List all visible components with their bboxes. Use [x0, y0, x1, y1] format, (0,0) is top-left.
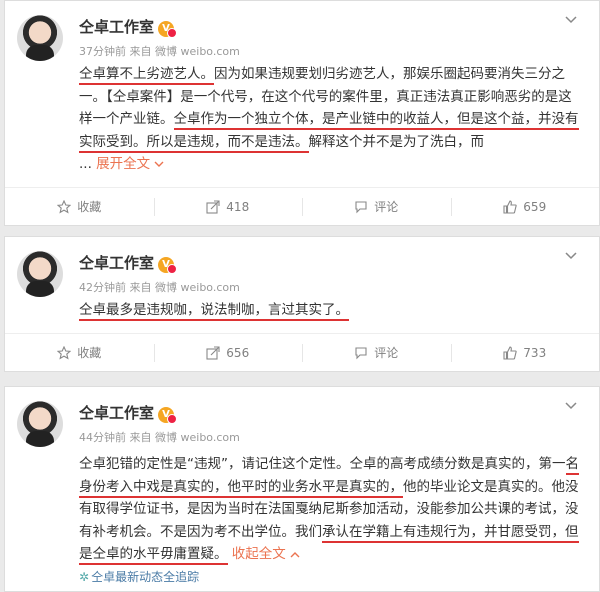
- follow-topic-link[interactable]: ✲ 仝卓最新动态全追踪: [79, 568, 199, 585]
- post-body: 仝卓犯错的定性是“违规”，请记住这个定性。仝卓的高考成绩分数是真实的，第一名身份…: [79, 456, 579, 565]
- like-button[interactable]: 733: [450, 334, 600, 371]
- post-meta: 44分钟前 来自 微博 weibo.com: [79, 431, 240, 444]
- thumbs-up-icon: [503, 199, 517, 214]
- action-bar: 收藏 418 评论 659: [5, 187, 599, 225]
- vip-badge-icon: V: [158, 407, 178, 424]
- post-header: 仝卓工作室 V 42分钟前 来自 微博 weibo.com: [5, 237, 599, 299]
- like-button[interactable]: 659: [450, 188, 600, 225]
- star-icon: [57, 199, 72, 214]
- post-text: 仝卓最多是违规咖，说法制咖，言过其实了。: [79, 299, 585, 322]
- sparkle-icon: ✲: [79, 570, 90, 584]
- weibo-post-3: 仝卓工作室 V 44分钟前 来自 微博 weibo.com 仝卓犯错的定性是“违规…: [4, 386, 600, 592]
- post-source[interactable]: 微博 weibo.com: [155, 281, 240, 294]
- weibo-post-2: 仝卓工作室 V 42分钟前 来自 微博 weibo.com 仝卓最多是违规咖，说法…: [4, 236, 600, 372]
- share-icon: [206, 345, 220, 360]
- author-name[interactable]: 仝卓工作室 V: [79, 16, 178, 38]
- post-text: 仝卓算不上劣迹艺人。因为如果违规要划归劣迹艺人，那娱乐圈起码要消失三分之一。【仝…: [79, 66, 579, 172]
- comment-button[interactable]: 评论: [302, 188, 451, 225]
- post-body: 仝卓算不上劣迹艺人。因为如果违规要划归劣迹艺人，那娱乐圈起码要消失三分之一。【仝…: [79, 66, 579, 153]
- collapse-button[interactable]: 收起全文: [232, 546, 300, 562]
- comment-icon: [355, 346, 367, 359]
- comment-button[interactable]: 评论: [302, 334, 451, 371]
- post-time[interactable]: 37分钟前: [79, 45, 126, 58]
- post-body: 仝卓最多是违规咖，说法制咖，言过其实了。: [79, 302, 349, 321]
- favorite-button[interactable]: 收藏: [5, 334, 154, 371]
- repost-button[interactable]: 656: [153, 334, 303, 371]
- post-meta: 37分钟前 来自 微博 weibo.com: [79, 45, 240, 58]
- author-name[interactable]: 仝卓工作室 V: [79, 252, 178, 274]
- chevron-down-icon[interactable]: [565, 249, 577, 263]
- post-time[interactable]: 44分钟前: [79, 431, 126, 444]
- post-header: 仝卓工作室 V 44分钟前 来自 微博 weibo.com: [5, 387, 599, 449]
- weibo-post-1: 仝卓工作室 V 37分钟前 来自 微博 weibo.com 仝卓算不上劣迹艺人。因…: [4, 0, 600, 226]
- share-icon: [206, 199, 220, 214]
- chevron-up-icon: [290, 552, 300, 558]
- comment-icon: [355, 200, 367, 213]
- expand-button[interactable]: 展开全文: [96, 156, 164, 172]
- chevron-down-icon[interactable]: [565, 13, 577, 27]
- favorite-button[interactable]: 收藏: [5, 188, 154, 225]
- post-source[interactable]: 微博 weibo.com: [155, 431, 240, 444]
- star-icon: [57, 345, 72, 360]
- chevron-down-icon: [154, 161, 164, 167]
- post-source[interactable]: 微博 weibo.com: [155, 45, 240, 58]
- vip-badge-icon: V: [158, 21, 178, 38]
- thumbs-up-icon: [503, 345, 517, 360]
- vip-badge-icon: V: [158, 257, 178, 274]
- action-bar: 收藏 656 评论 733: [5, 333, 599, 371]
- post-header: 仝卓工作室 V 37分钟前 来自 微博 weibo.com: [5, 1, 599, 63]
- chevron-down-icon[interactable]: [565, 399, 577, 413]
- post-text: 仝卓犯错的定性是“违规”，请记住这个定性。仝卓的高考成绩分数是真实的，第一名身份…: [79, 453, 585, 566]
- avatar[interactable]: [17, 15, 63, 61]
- post-time[interactable]: 42分钟前: [79, 281, 126, 294]
- post-meta: 42分钟前 来自 微博 weibo.com: [79, 281, 240, 294]
- avatar[interactable]: [17, 401, 63, 447]
- author-name[interactable]: 仝卓工作室 V: [79, 402, 178, 424]
- avatar[interactable]: [17, 251, 63, 297]
- repost-button[interactable]: 418: [153, 188, 303, 225]
